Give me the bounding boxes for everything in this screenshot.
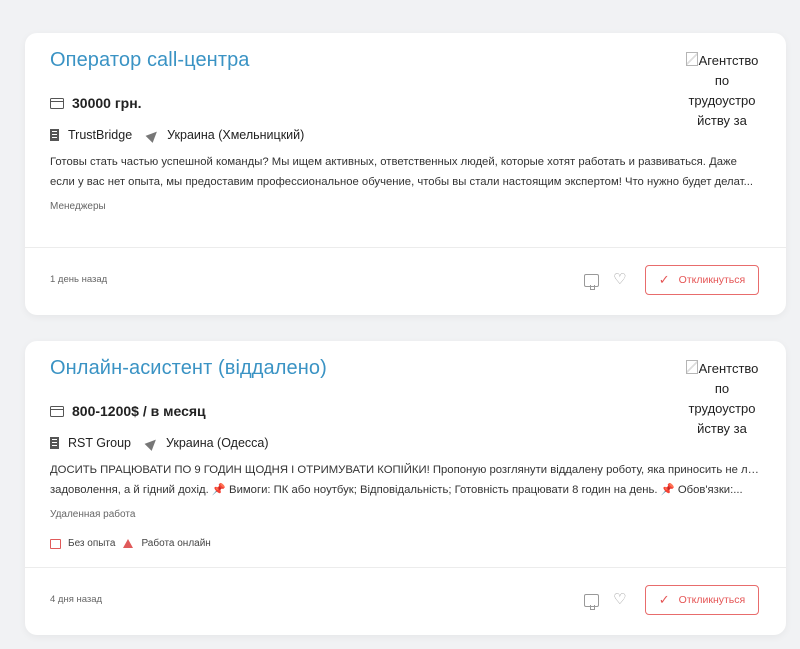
apply-label: Откликнуться [678, 274, 746, 286]
tag-label: Работа онлайн [141, 538, 211, 549]
salary-value: 30000 грн. [72, 95, 142, 111]
logo-alt-text: Агентство по трудоустро йству за [688, 53, 759, 128]
vacancy-footer: 4 дня назад ♡ ✓ Откликнуться [25, 568, 786, 632]
apply-button[interactable]: ✓ Откликнуться [645, 265, 759, 295]
navigation-arrow-icon [144, 435, 160, 451]
thumbs-down-icon[interactable] [584, 274, 599, 290]
vacancy-title[interactable]: Онлайн-асистент (віддалено) [50, 357, 327, 380]
description-line: ДОСИТЬ ПРАЦЮВАТИ ПО 9 ГОДИН ЩОДНЯ І ОТРИ… [50, 464, 765, 476]
tag-label: Без опыта [68, 538, 116, 549]
check-icon: ✓ [658, 272, 670, 287]
company-logo: Агентство по трудоустро йству за [682, 359, 762, 439]
home-icon [123, 539, 134, 548]
apply-label: Откликнуться [678, 594, 746, 606]
company-location: TrustBridge Украина (Хмельницкий) [50, 127, 305, 143]
logo-alt-text: Агентство по трудоустро йству за [688, 361, 759, 436]
description-line: Готовы стать частью успешной команды? Мы… [50, 156, 737, 168]
description-line: если у вас нет опыта, мы предоставим про… [50, 175, 753, 188]
company-name[interactable]: TrustBridge [68, 128, 132, 142]
heart-icon[interactable]: ♡ [613, 271, 626, 289]
card-icon [50, 405, 64, 417]
vacancy-title[interactable]: Оператор call-центра [50, 49, 250, 72]
navigation-arrow-icon [145, 127, 161, 143]
vacancy-category: Менеджеры [50, 201, 106, 212]
company-logo: Агентство по трудоустро йству за [682, 51, 762, 131]
salary-value: 800-1200$ / в месяц [72, 403, 206, 419]
tag-no-experience: Без опыта [50, 538, 115, 549]
vacancy-description: Готовы стать частью успешной команды? Мы… [50, 153, 765, 192]
vacancy-card: Онлайн-асистент (віддалено) Агентство по… [25, 341, 786, 635]
salary: 30000 грн. [50, 95, 142, 111]
posted-date: 4 дня назад [50, 594, 103, 605]
posted-date: 1 день назад [50, 274, 108, 285]
broken-image-icon [685, 360, 698, 374]
company-name[interactable]: RST Group [68, 436, 131, 450]
building-icon [50, 129, 59, 141]
apply-button[interactable]: ✓ Откликнуться [645, 585, 759, 615]
vacancy-footer: 1 день назад ♡ ✓ Откликнуться [25, 248, 786, 312]
company-location: RST Group Украина (Одесса) [50, 435, 269, 451]
broken-image-icon [685, 52, 698, 66]
vacancy-card: Оператор call-центра Агентство по трудоу… [25, 33, 786, 315]
location: Украина (Хмельницкий) [167, 128, 305, 142]
card-icon [50, 97, 64, 109]
salary: 800-1200$ / в месяц [50, 403, 206, 419]
vacancy-description: ДОСИТЬ ПРАЦЮВАТИ ПО 9 ГОДИН ЩОДНЯ І ОТРИ… [50, 461, 765, 500]
vacancy-category: Удаленная работа [50, 509, 136, 520]
heart-icon[interactable]: ♡ [613, 591, 626, 609]
building-icon [50, 437, 59, 449]
tag-online-work: Работа онлайн [123, 538, 211, 549]
vacancy-tags: Без опыта Работа онлайн [50, 538, 219, 549]
thumbs-down-icon[interactable] [584, 594, 599, 610]
location: Украина (Одесса) [166, 436, 269, 450]
description-line: задоволення, а й гідний дохід. 📌 Вимоги:… [50, 483, 743, 496]
no-experience-icon [50, 538, 61, 549]
check-icon: ✓ [658, 592, 670, 607]
